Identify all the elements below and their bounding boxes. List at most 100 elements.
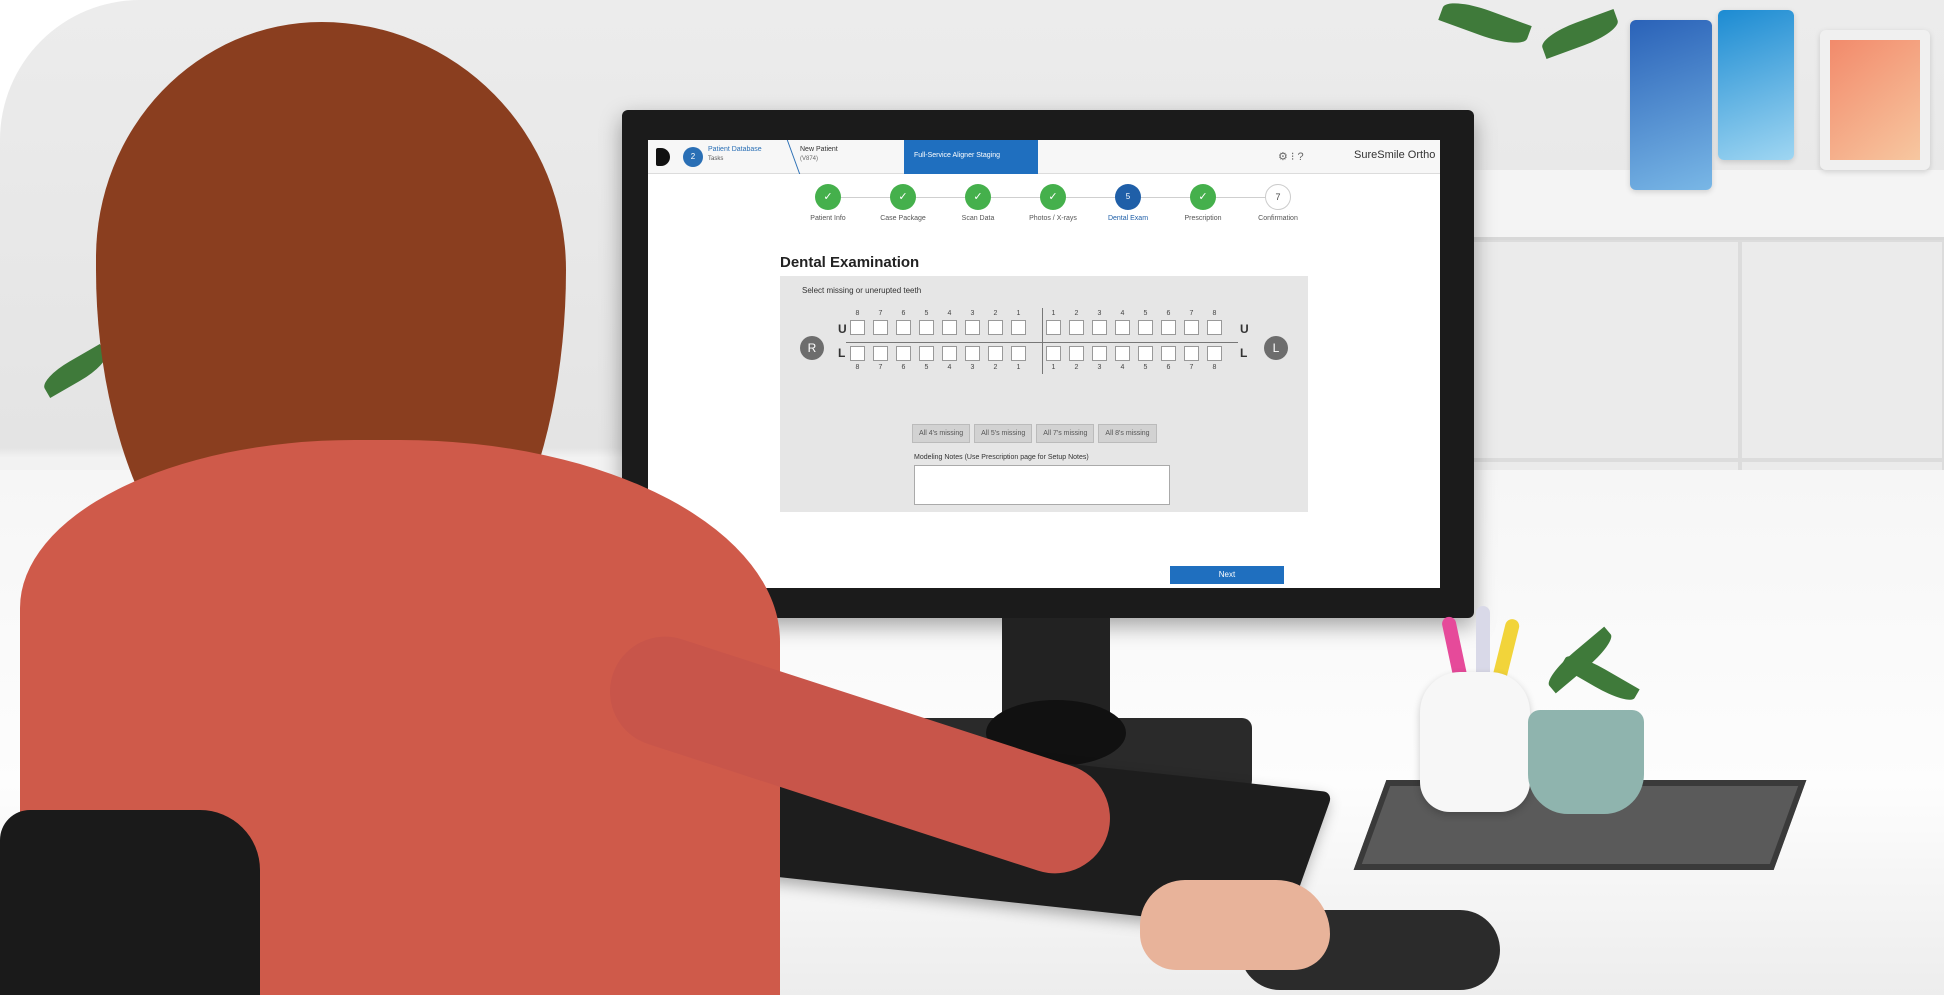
step-confirmation[interactable]: 7 Confirmation [1238, 184, 1318, 222]
lower-left-tooth-checkbox[interactable] [1161, 346, 1176, 361]
tooth-number: 1 [1016, 364, 1021, 371]
tooth-number: 7 [878, 310, 883, 317]
upper-right-tooth-checkbox[interactable] [1011, 320, 1026, 335]
lower-left-tooth-checkbox[interactable] [1046, 346, 1061, 361]
step-dental-exam[interactable]: 5 Dental Exam [1088, 184, 1168, 222]
tooth-number: 8 [1212, 364, 1217, 371]
picture-frame [1718, 10, 1794, 160]
page-title: Dental Examination [780, 254, 920, 271]
lower-left-tooth-checkbox[interactable] [1207, 346, 1222, 361]
upper-left-tooth-checkbox[interactable] [1207, 320, 1222, 335]
all-7s-missing-button[interactable]: All 7's missing [1036, 424, 1095, 443]
tooth-number: 7 [878, 364, 883, 371]
upper-right-numbers: 8 7 6 5 4 3 2 1 [846, 310, 1030, 317]
lower-left-tooth-checkbox[interactable] [1138, 346, 1153, 361]
cabinet-panel [1470, 240, 1740, 460]
lower-right-tooth-checkbox[interactable] [988, 346, 1003, 361]
step-label: Patient Info [810, 215, 846, 222]
picture-frame [1820, 30, 1930, 170]
all-5s-missing-button[interactable]: All 5's missing [974, 424, 1033, 443]
quick-select-buttons: All 4's missing All 5's missing All 7's … [912, 424, 1157, 443]
tooth-number: 6 [1166, 310, 1171, 317]
breadcrumb-separator [777, 140, 801, 174]
upper-left-tooth-checkbox[interactable] [1092, 320, 1107, 335]
lower-left-tooth-checkbox[interactable] [1115, 346, 1130, 361]
tooth-number: 4 [1120, 310, 1125, 317]
lower-right-tooth-checkbox[interactable] [942, 346, 957, 361]
step-scan-data[interactable]: ✓ Scan Data [938, 184, 1018, 222]
step-case-package[interactable]: ✓ Case Package [863, 184, 943, 222]
lower-right-tooth-checkbox[interactable] [1011, 346, 1026, 361]
all-4s-missing-button[interactable]: All 4's missing [912, 424, 971, 443]
breadcrumb-badge[interactable]: 2 [683, 147, 703, 167]
upper-right-tooth-checkbox[interactable] [942, 320, 957, 335]
tooth-number: 1 [1051, 364, 1056, 371]
breadcrumb-patient-database[interactable]: Patient Database [708, 146, 762, 153]
next-button[interactable]: Next [1170, 566, 1284, 584]
upper-left-tooth-checkbox[interactable] [1046, 320, 1061, 335]
upper-right-tooth-checkbox[interactable] [965, 320, 980, 335]
tooth-number: 4 [1120, 364, 1125, 371]
tooth-number: 3 [1097, 310, 1102, 317]
upper-right-tooth-checkbox[interactable] [850, 320, 865, 335]
tooth-number: 4 [947, 364, 952, 371]
lower-left-teeth [1046, 346, 1230, 361]
settings-help-icons[interactable]: ⚙ ⁝ ? [1278, 150, 1304, 163]
app-screen: 2 Patient Database Tasks New Patient (V8… [648, 140, 1440, 588]
check-icon: ✓ [1040, 184, 1066, 210]
breadcrumb-patient-database-sub: Tasks [708, 156, 724, 162]
tooth-number: 2 [993, 364, 998, 371]
step-label: Dental Exam [1107, 215, 1149, 222]
upper-jaw-label: U [838, 322, 847, 336]
progress-steps: ✓ Patient Info ✓ Case Package ✓ Scan Dat… [788, 184, 1308, 232]
lower-left-tooth-checkbox[interactable] [1184, 346, 1199, 361]
tooth-number: 4 [947, 310, 952, 317]
lower-right-tooth-checkbox[interactable] [965, 346, 980, 361]
breadcrumb-new-patient[interactable]: New Patient [800, 146, 838, 153]
upper-left-teeth [1046, 320, 1230, 335]
art-print [1830, 40, 1920, 160]
tooth-number: 5 [924, 310, 929, 317]
step-photos-xrays[interactable]: ✓ Photos / X-rays [1013, 184, 1093, 222]
upper-right-tooth-checkbox[interactable] [988, 320, 1003, 335]
tooth-pen-holder [1420, 672, 1530, 812]
lower-right-teeth [850, 346, 1034, 361]
upper-left-tooth-checkbox[interactable] [1115, 320, 1130, 335]
plant-pot [1528, 710, 1644, 814]
step-label: Photos / X-rays [1029, 215, 1077, 222]
upper-right-tooth-checkbox[interactable] [896, 320, 911, 335]
step-label: Case Package [880, 215, 926, 222]
lower-right-tooth-checkbox[interactable] [919, 346, 934, 361]
step-label: Scan Data [961, 215, 995, 222]
lower-right-tooth-checkbox[interactable] [850, 346, 865, 361]
check-icon: ✓ [815, 184, 841, 210]
tooth-number: 6 [901, 310, 906, 317]
lower-left-numbers: 1 2 3 4 5 6 7 8 [1042, 364, 1226, 371]
step-patient-info[interactable]: ✓ Patient Info [788, 184, 868, 222]
lower-right-tooth-checkbox[interactable] [873, 346, 888, 361]
office-photo: 2 Patient Database Tasks New Patient (V8… [0, 0, 1944, 995]
tooth-number: 2 [1074, 310, 1079, 317]
breadcrumb-new-patient-sub: (V874) [800, 156, 819, 162]
tooth-number: 3 [1097, 364, 1102, 371]
upper-left-tooth-checkbox[interactable] [1184, 320, 1199, 335]
modeling-notes-input[interactable] [914, 465, 1170, 505]
lower-left-tooth-checkbox[interactable] [1092, 346, 1107, 361]
upper-right-tooth-checkbox[interactable] [873, 320, 888, 335]
tooth-number: 6 [1166, 364, 1171, 371]
tab-aligner-staging[interactable]: Full-Service Aligner Staging [904, 140, 1038, 174]
tooth-number: 7 [1189, 364, 1194, 371]
brand-name: SureSmile Ortho [1354, 149, 1436, 161]
lower-jaw-label: L [838, 346, 846, 360]
upper-left-tooth-checkbox[interactable] [1138, 320, 1153, 335]
upper-left-tooth-checkbox[interactable] [1069, 320, 1084, 335]
lower-left-tooth-checkbox[interactable] [1069, 346, 1084, 361]
upper-left-tooth-checkbox[interactable] [1161, 320, 1176, 335]
all-8s-missing-button[interactable]: All 8's missing [1098, 424, 1157, 443]
modeling-notes-label: Modeling Notes (Use Prescription page fo… [914, 454, 1089, 461]
tooth-number: 1 [1016, 310, 1021, 317]
left-side-marker: L [1264, 336, 1288, 360]
upper-right-tooth-checkbox[interactable] [919, 320, 934, 335]
step-prescription[interactable]: ✓ Prescription [1163, 184, 1243, 222]
lower-right-tooth-checkbox[interactable] [896, 346, 911, 361]
